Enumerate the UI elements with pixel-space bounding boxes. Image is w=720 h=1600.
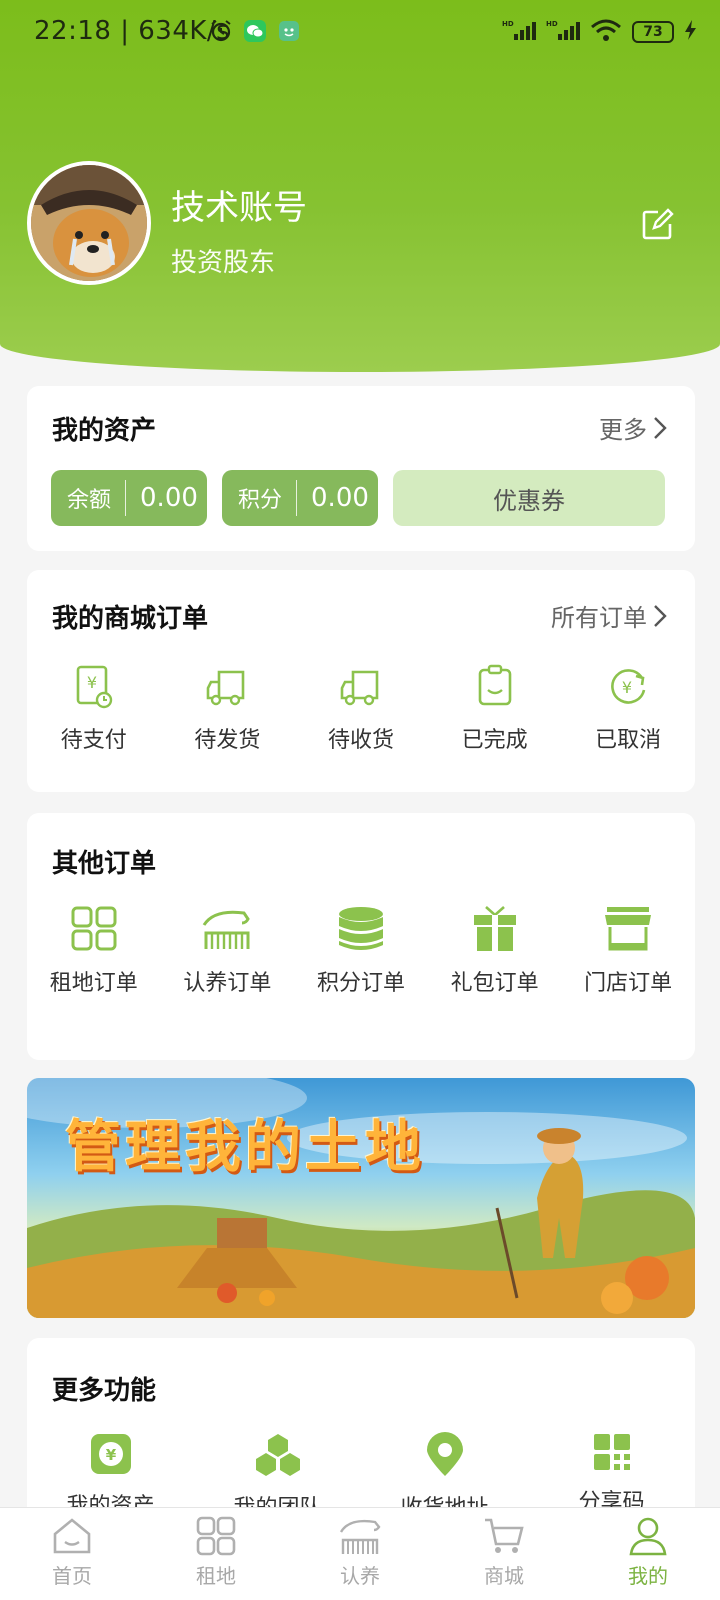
balance-pill[interactable]: 余额 0.00 (51, 470, 207, 526)
adoption-orders-label: 认养订单 (183, 971, 272, 996)
status-time: 22:18 (34, 16, 112, 46)
qrcode-icon (593, 1434, 630, 1470)
more-functions-title: 更多功能 (52, 1376, 157, 1406)
tab-mine[interactable]: 我的 (576, 1508, 720, 1600)
order-pending-receipt[interactable]: 待收货 (294, 664, 428, 754)
all-orders-button[interactable]: 所有订单 (551, 598, 667, 633)
refund-icon: ¥ (611, 669, 646, 704)
points-label: 积分 (222, 480, 298, 516)
battery-indicator: 73 (632, 21, 674, 43)
order-cancelled-label: 已取消 (595, 728, 662, 753)
farm-icon (203, 910, 251, 949)
alarm-icon (208, 18, 234, 44)
points-orders-label: 积分订单 (316, 971, 405, 996)
points-orders[interactable]: 积分订单 (294, 905, 428, 997)
mall-orders-card: 我的商城订单 所有订单 ¥ 待支付 待发货 待收货 已完成 ¥ 已取消 (27, 570, 695, 792)
profile-role: 投资股东 (171, 248, 276, 278)
chevron-right-icon (654, 416, 667, 439)
signal-icon: HD (502, 19, 536, 45)
assets-title: 我的资产 (52, 416, 157, 446)
order-completed-label: 已完成 (461, 728, 528, 753)
truck-icon (340, 670, 379, 706)
svg-text:¥: ¥ (622, 678, 632, 697)
coupon-button[interactable]: 优惠券 (393, 470, 665, 526)
assets-more-button[interactable]: 更多 (599, 410, 667, 445)
land-rental-orders[interactable]: 租地订单 (27, 905, 161, 997)
team-icon (255, 1434, 300, 1476)
points-value: 0.00 (311, 483, 369, 513)
land-rental-orders-label: 租地订单 (49, 971, 138, 996)
assets-card: 我的资产 更多 余额 0.00 积分 0.00 优惠券 (27, 386, 695, 551)
grid-icon (71, 906, 117, 951)
bottom-tab-bar: 首页 租地 认养 商城 我的 (0, 1507, 720, 1600)
chevron-right-icon (654, 604, 667, 627)
store-orders-label: 门店订单 (584, 971, 673, 996)
edit-icon[interactable] (640, 208, 674, 242)
assets-more-label: 更多 (599, 416, 647, 444)
mall-orders-title: 我的商城订单 (52, 604, 209, 634)
avatar[interactable] (27, 161, 151, 285)
order-pending-payment[interactable]: ¥ 待支付 (27, 664, 161, 754)
order-pending-receipt-label: 待收货 (327, 728, 394, 753)
tab-adopt-label: 认养 (340, 1564, 380, 1588)
svg-text:¥: ¥ (87, 673, 97, 692)
home-icon (53, 1518, 91, 1554)
tab-mall[interactable]: 商城 (432, 1508, 576, 1600)
order-pending-shipment-label: 待发货 (194, 728, 261, 753)
store-icon (605, 907, 652, 951)
svg-text:¥: ¥ (105, 1446, 116, 1464)
gift-icon (473, 906, 516, 951)
tab-adopt[interactable]: 认养 (288, 1508, 432, 1600)
order-cancelled[interactable]: ¥ 已取消 (561, 664, 695, 754)
order-pending-payment-label: 待支付 (60, 728, 127, 753)
tab-mine-label: 我的 (628, 1564, 668, 1588)
location-icon (426, 1432, 463, 1476)
points-pill[interactable]: 积分 0.00 (222, 470, 378, 526)
balance-label: 余额 (51, 480, 127, 516)
gift-orders-label: 礼包订单 (450, 971, 539, 996)
tab-home-label: 首页 (52, 1564, 92, 1588)
app-icon (276, 18, 302, 44)
adoption-orders[interactable]: 认养订单 (161, 905, 295, 997)
cart-icon (485, 1518, 524, 1553)
profile-name: 技术账号 (171, 188, 307, 228)
banner-title: 管理我的土地 (65, 1115, 425, 1180)
grid-icon (196, 1516, 236, 1556)
manage-land-banner[interactable]: 管理我的土地 (27, 1078, 695, 1318)
wifi-icon (590, 18, 622, 46)
coins-icon (338, 907, 383, 950)
all-orders-label: 所有订单 (551, 604, 647, 632)
order-completed[interactable]: 已完成 (428, 664, 562, 754)
status-bar: 22:18 | 634K/s HD HD 73 (0, 0, 720, 64)
order-pending-shipment[interactable]: 待发货 (161, 664, 295, 754)
svg-text:HD: HD (546, 20, 558, 28)
farm-icon (339, 1519, 381, 1554)
other-orders-title: 其他订单 (52, 849, 157, 879)
balance-value: 0.00 (140, 483, 198, 513)
clipboard-icon (478, 664, 511, 706)
charging-icon (684, 19, 698, 45)
truck-icon (207, 670, 245, 706)
tab-land-label: 租地 (196, 1564, 236, 1588)
pending-payment-icon: ¥ (76, 665, 112, 709)
wallet-icon: ¥ (90, 1434, 131, 1474)
signal-icon: HD (546, 19, 580, 45)
gift-orders[interactable]: 礼包订单 (428, 905, 562, 997)
tab-home[interactable]: 首页 (0, 1508, 144, 1600)
tab-mall-label: 商城 (484, 1564, 524, 1588)
svg-text:HD: HD (502, 20, 514, 28)
user-icon (629, 1517, 667, 1556)
store-orders[interactable]: 门店订单 (561, 905, 695, 997)
other-orders-card: 其他订单 租地订单 认养订单 积分订单 礼包订单 门店订单 (27, 813, 695, 1060)
tab-land[interactable]: 租地 (144, 1508, 288, 1600)
wechat-icon (242, 18, 268, 44)
